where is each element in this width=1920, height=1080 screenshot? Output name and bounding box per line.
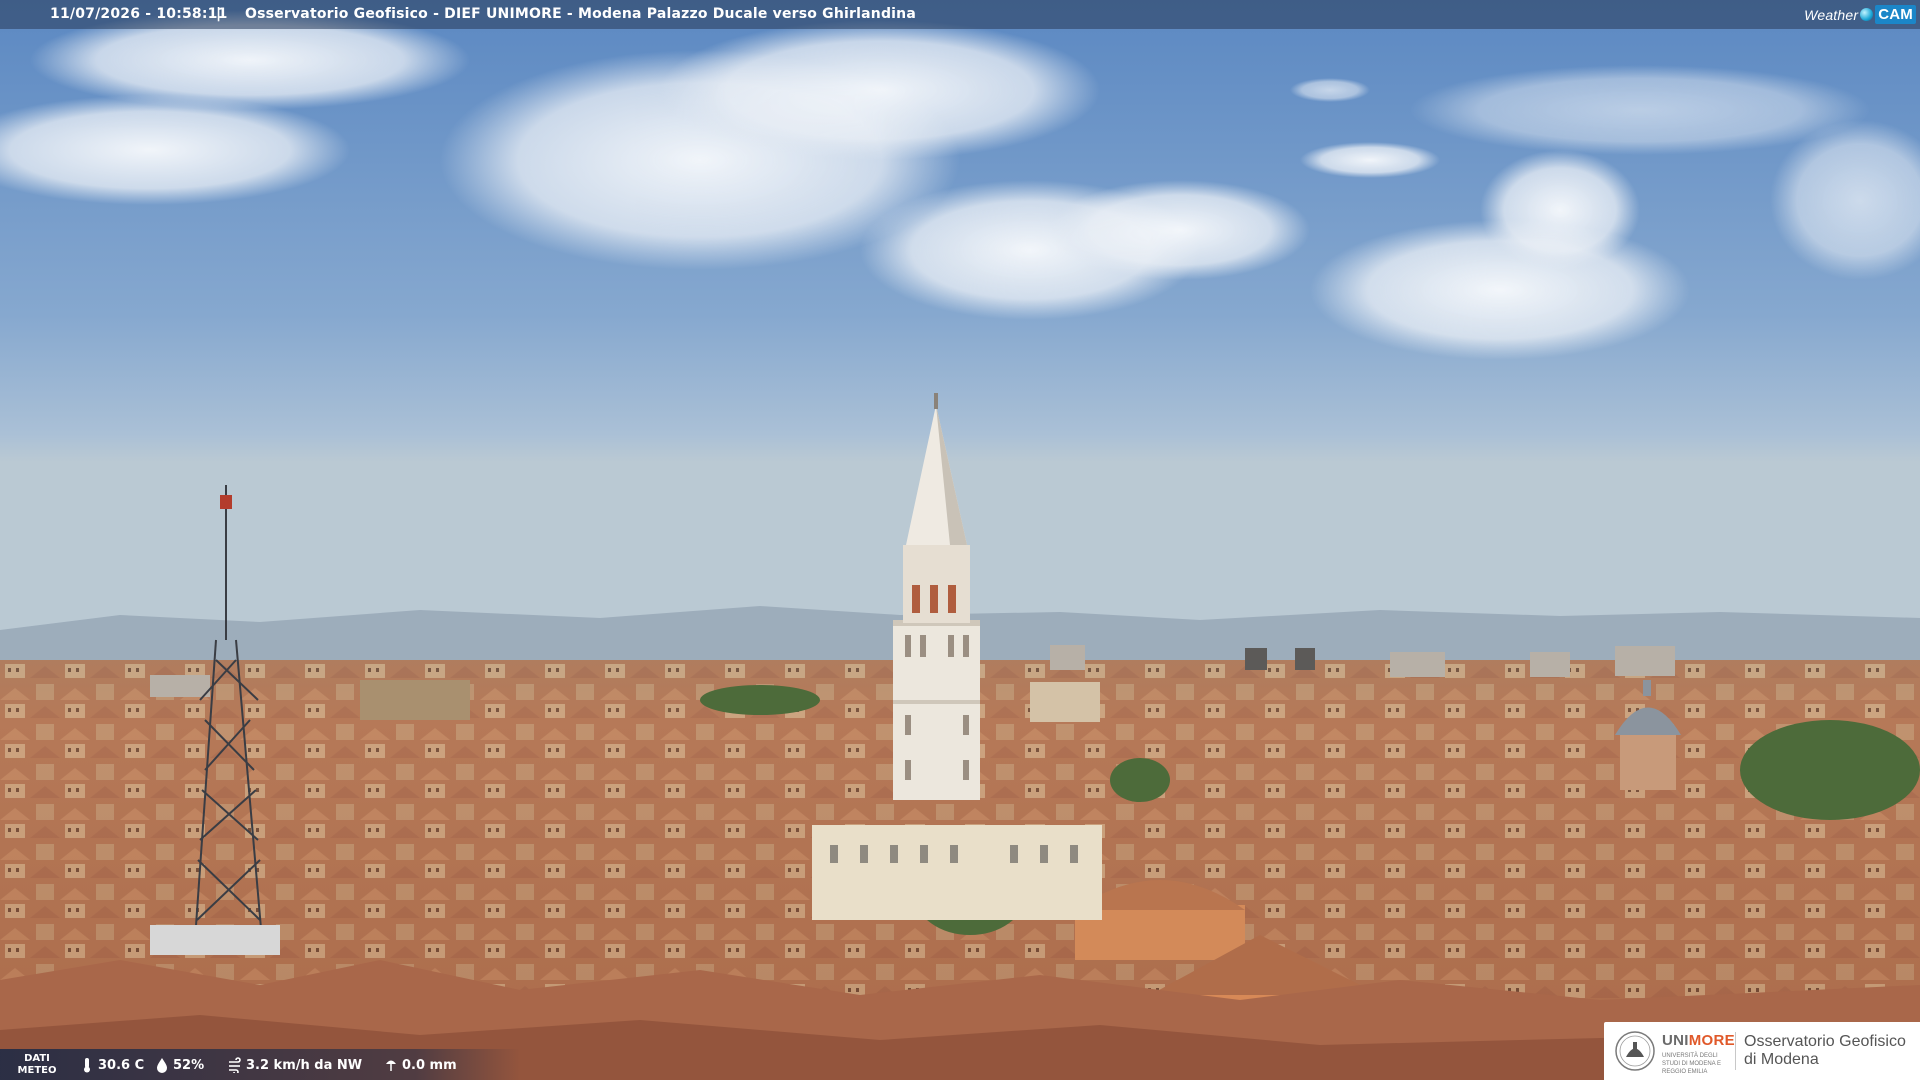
weathercam-logo: Weather CAM bbox=[1804, 3, 1916, 26]
header-separator: | bbox=[216, 6, 222, 22]
webcam-image bbox=[0, 0, 1920, 1080]
wind-icon bbox=[229, 1057, 241, 1073]
timestamp: 11/07/2026 - 10:58:11 bbox=[50, 6, 228, 22]
webcam-title: Osservatorio Geofisico - DIEF UNIMORE - … bbox=[245, 6, 916, 22]
weather-data-strip: DATI METEO 30.6 C 52% 3.2 km/h da NW 0.0… bbox=[0, 1049, 520, 1080]
globe-icon bbox=[1860, 8, 1874, 21]
humidity-drop-icon bbox=[157, 1058, 167, 1073]
unimore-wordmark: UNIMORE bbox=[1662, 1032, 1735, 1049]
wind-reading: 3.2 km/h da NW bbox=[228, 1057, 362, 1073]
temperature-reading: 30.6 C bbox=[80, 1057, 144, 1073]
humidity-reading: 52% bbox=[155, 1057, 204, 1073]
webcam-header-bar: 11/07/2026 - 10:58:11 | Osservatorio Geo… bbox=[0, 0, 1920, 29]
rain-gauge-icon bbox=[386, 1060, 396, 1071]
observatory-name: Osservatorio Geofisico di Modena bbox=[1744, 1033, 1906, 1068]
unimore-logo: UNIMORE UNIVERSITÀ DEGLI STUDI DI MODENA… bbox=[1604, 1022, 1920, 1080]
rain-reading: 0.0 mm bbox=[384, 1057, 457, 1073]
unimore-subtitle: UNIVERSITÀ DEGLI STUDI DI MODENA E REGGI… bbox=[1662, 1053, 1722, 1075]
university-seal-icon bbox=[1615, 1031, 1655, 1071]
logo-divider bbox=[1735, 1032, 1736, 1070]
dati-meteo-label: DATI METEO bbox=[17, 1053, 57, 1076]
thermometer-icon bbox=[84, 1058, 90, 1073]
